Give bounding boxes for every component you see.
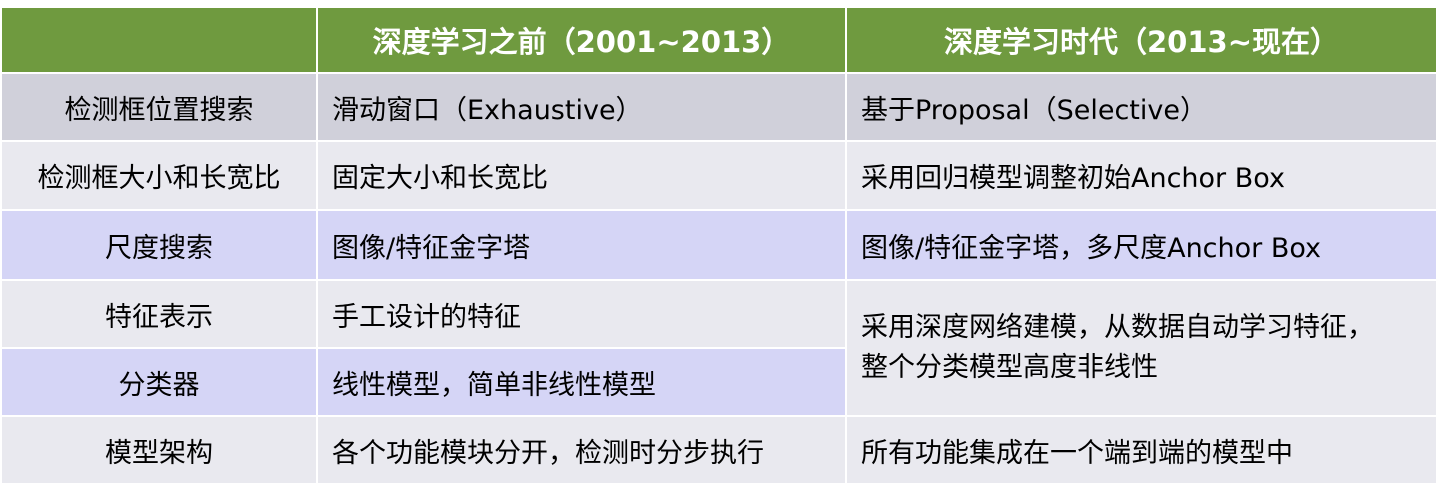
row-label: 尺度搜索 <box>0 209 318 281</box>
after-cell-line-2: 整个分类模型高度非线性 <box>861 352 1158 383</box>
header-empty-cell <box>0 6 318 74</box>
row-label: 特征表示 <box>0 279 318 349</box>
row-label: 检测框位置搜索 <box>0 72 318 142</box>
table-row: 检测框位置搜索 滑动窗口（Exhaustive） 基于Proposal（Sele… <box>0 72 1436 142</box>
after-cell: 基于Proposal（Selective） <box>845 72 1436 142</box>
before-cell: 固定大小和长宽比 <box>316 140 847 211</box>
after-cell-merged: 采用深度网络建模，从数据自动学习特征， 整个分类模型高度非线性 <box>845 279 1436 417</box>
before-cell: 各个功能模块分开，检测时分步执行 <box>316 415 847 485</box>
header-deep-learning-era: 深度学习时代（2013~现在） <box>845 6 1436 74</box>
header-row: 深度学习之前（2001~2013） 深度学习时代（2013~现在） <box>0 6 1436 74</box>
table-row: 特征表示 手工设计的特征 采用深度网络建模，从数据自动学习特征， 整个分类模型高… <box>0 279 1436 417</box>
table-row: 检测框大小和长宽比 固定大小和长宽比 采用回归模型调整初始Anchor Box <box>0 140 1436 211</box>
row-label: 检测框大小和长宽比 <box>0 140 318 211</box>
header-before-deep-learning: 深度学习之前（2001~2013） <box>316 6 847 74</box>
after-cell-line-1: 采用深度网络建模，从数据自动学习特征， <box>861 312 1374 343</box>
after-cell: 图像/特征金字塔，多尺度Anchor Box <box>845 209 1436 281</box>
table-row: 模型架构 各个功能模块分开，检测时分步执行 所有功能集成在一个端到端的模型中 <box>0 415 1436 485</box>
table-row: 尺度搜索 图像/特征金字塔 图像/特征金字塔，多尺度Anchor Box <box>0 209 1436 281</box>
comparison-table: 深度学习之前（2001~2013） 深度学习时代（2013~现在） 检测框位置搜… <box>0 6 1436 485</box>
before-cell: 滑动窗口（Exhaustive） <box>316 72 847 142</box>
before-cell: 线性模型，简单非线性模型 <box>316 347 847 417</box>
before-cell: 手工设计的特征 <box>316 279 847 349</box>
after-cell: 采用回归模型调整初始Anchor Box <box>845 140 1436 211</box>
after-cell: 所有功能集成在一个端到端的模型中 <box>845 415 1436 485</box>
before-cell: 图像/特征金字塔 <box>316 209 847 281</box>
row-label: 模型架构 <box>0 415 318 485</box>
row-label: 分类器 <box>0 347 318 417</box>
